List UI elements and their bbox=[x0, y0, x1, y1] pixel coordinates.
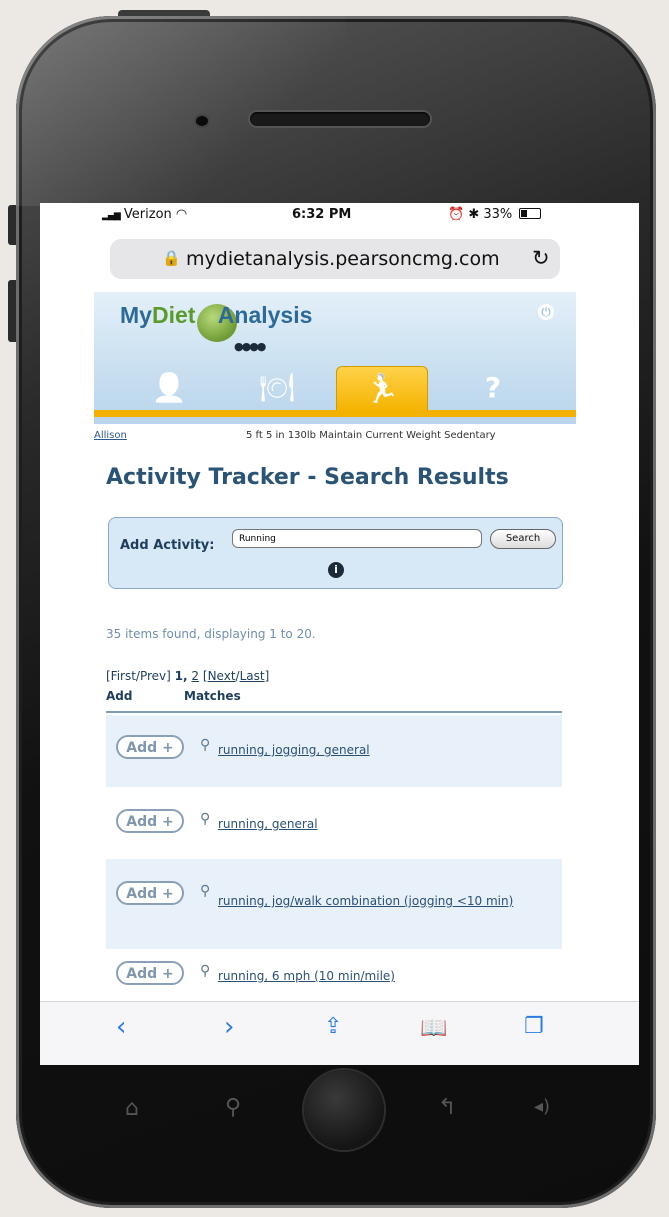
battery-icon bbox=[519, 208, 542, 219]
tab-profile[interactable]: 👤 bbox=[124, 366, 214, 410]
clock: 6:32 PM bbox=[292, 207, 352, 222]
magnifier-icon[interactable]: ⚲ bbox=[200, 737, 210, 753]
tab-underline bbox=[94, 410, 576, 417]
activity-link[interactable]: running, jog/walk combination (jogging <… bbox=[218, 893, 558, 910]
bluetooth-icon: ✱ bbox=[468, 207, 480, 222]
forward-icon[interactable]: › bbox=[224, 1014, 234, 1040]
bookmarks-icon[interactable]: 📖 bbox=[420, 1018, 447, 1040]
next-link[interactable]: Next bbox=[208, 669, 236, 683]
phone-screen: ▂▄▆ Verizon ◠ 6:32 PM ⏰ ✱ 33% 🔒 mydietan… bbox=[40, 203, 639, 1065]
site-header: MyDiet Analysis ●●●● ⏻ 👤 🍽 🏃 ? bbox=[94, 292, 576, 424]
column-header-add: Add bbox=[106, 689, 133, 703]
add-activity-button[interactable]: Add + bbox=[116, 809, 184, 833]
magnifier-icon[interactable]: ⚲ bbox=[200, 963, 210, 979]
battery-percent: 33% bbox=[483, 207, 513, 222]
results-count: 35 items found, displaying 1 to 20. bbox=[106, 627, 316, 641]
add-activity-panel: Add Activity: Search i bbox=[108, 517, 563, 589]
signal-icon: ▂▄▆ bbox=[102, 211, 121, 221]
tab-food[interactable]: 🍽 bbox=[232, 366, 322, 410]
front-camera bbox=[196, 116, 208, 126]
safari-toolbar: ‹ › ⇪ 📖 ❐ bbox=[40, 1001, 639, 1065]
current-page: 1, bbox=[174, 669, 188, 683]
url-text: mydietanalysis.pearsoncmg.com bbox=[186, 248, 500, 270]
tab-activity[interactable]: 🏃 bbox=[336, 366, 428, 411]
page-2-link[interactable]: 2 bbox=[191, 669, 199, 683]
tab-help[interactable]: ? bbox=[448, 366, 538, 410]
back-icon[interactable]: ‹ bbox=[116, 1014, 126, 1040]
result-row: Add + ⚲ running, general bbox=[106, 787, 562, 859]
logo-dots-icon: ●●●● bbox=[234, 340, 266, 353]
pagination: [First/Prev] 1, 2 [Next/Last] bbox=[106, 669, 270, 683]
add-activity-button[interactable]: Add + bbox=[116, 961, 184, 985]
result-row: Add + ⚲ running, jog/walk combination (j… bbox=[106, 859, 562, 949]
runner-icon: 🏃 bbox=[364, 372, 400, 405]
earpiece-speaker bbox=[250, 112, 430, 126]
volume-button bbox=[8, 280, 16, 342]
results-header: Add Matches bbox=[106, 687, 562, 713]
home-icon: ⌂ bbox=[125, 1096, 139, 1121]
power-icon[interactable]: ⏻ bbox=[538, 304, 554, 320]
home-button[interactable] bbox=[304, 1070, 384, 1150]
magnifier-icon[interactable]: ⚲ bbox=[200, 883, 210, 899]
reload-icon[interactable]: ↻ bbox=[532, 246, 550, 270]
magnifier-icon[interactable]: ⚲ bbox=[200, 811, 210, 827]
site-logo[interactable]: MyDiet Analysis bbox=[120, 302, 312, 329]
person-icon: 👤 bbox=[151, 371, 187, 404]
page-title: Activity Tracker - Search Results bbox=[106, 465, 509, 490]
search-button[interactable]: Search bbox=[490, 529, 556, 549]
tabs-icon[interactable]: ❐ bbox=[524, 1016, 544, 1038]
add-activity-label: Add Activity: bbox=[120, 538, 215, 553]
status-right: ⏰ ✱ 33% bbox=[448, 207, 542, 222]
wifi-icon: ◠ bbox=[175, 207, 188, 222]
first-prev-label: [First/Prev] bbox=[106, 669, 171, 683]
column-header-matches: Matches bbox=[184, 689, 241, 703]
mute-switch bbox=[8, 205, 16, 245]
result-row: Add + ⚲ running, jogging, general bbox=[106, 715, 562, 787]
lock-icon: 🔒 bbox=[162, 249, 181, 267]
alarm-icon: ⏰ bbox=[448, 207, 465, 222]
activity-link[interactable]: running, 6 mph (10 min/mile) bbox=[218, 969, 395, 983]
plate-icon: 🍽 bbox=[259, 371, 295, 404]
share-icon[interactable]: ⇪ bbox=[324, 1016, 342, 1038]
activity-link[interactable]: running, general bbox=[218, 817, 318, 831]
activity-link[interactable]: running, jogging, general bbox=[218, 743, 370, 757]
user-profile-summary: 5 ft 5 in 130lb Maintain Current Weight … bbox=[246, 430, 496, 441]
back-arrow-icon: ↰ bbox=[438, 1095, 457, 1120]
add-activity-button[interactable]: Add + bbox=[116, 881, 184, 905]
help-icon: ? bbox=[484, 371, 502, 404]
user-name-link[interactable]: Allison bbox=[94, 430, 127, 441]
last-link[interactable]: Last bbox=[240, 669, 265, 683]
add-activity-button[interactable]: Add + bbox=[116, 735, 184, 759]
volume-icon: ◂) bbox=[534, 1096, 551, 1117]
carrier-label: ▂▄▆ Verizon ◠ bbox=[102, 207, 188, 222]
user-info-strip: Allison 5 ft 5 in 130lb Maintain Current… bbox=[94, 428, 576, 445]
status-bar: ▂▄▆ Verizon ◠ 6:32 PM ⏰ ✱ 33% bbox=[40, 203, 639, 229]
address-bar[interactable]: 🔒 mydietanalysis.pearsoncmg.com ↻ bbox=[110, 239, 560, 279]
info-icon[interactable]: i bbox=[328, 562, 344, 578]
activity-search-input[interactable] bbox=[232, 529, 482, 548]
result-row: Add + ⚲ running, 6 mph (10 min/mile) bbox=[106, 949, 562, 1001]
search-icon: ⚲ bbox=[225, 1095, 242, 1120]
